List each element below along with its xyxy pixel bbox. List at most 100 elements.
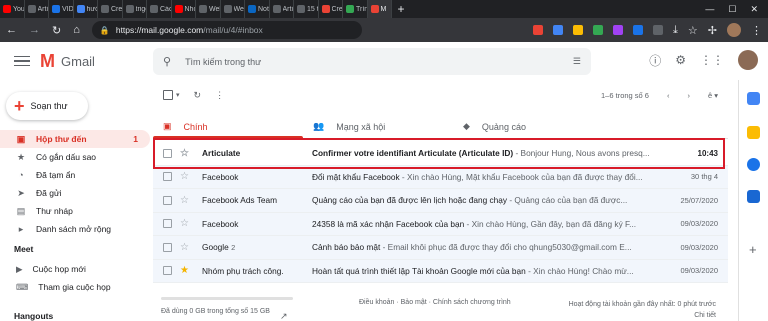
input-tools-icon[interactable]: ê ▾ [708, 91, 718, 100]
email-row[interactable]: ☆ Google 2 Cảnh báo bảo mật - Email khôi p… [153, 236, 728, 260]
prev-page-icon[interactable]: ‹ [667, 91, 670, 100]
browser-tab[interactable]: VIDIO [49, 0, 74, 18]
search-icon[interactable]: ⚲ [163, 55, 171, 68]
email-row[interactable]: ★ Nhóm phụ trách công. Hoàn tất quá trình… [153, 259, 728, 283]
add-addon-icon[interactable]: + [749, 242, 757, 257]
tasks-icon[interactable] [747, 158, 760, 171]
refresh-icon[interactable]: ↻ [194, 90, 202, 101]
forward-icon[interactable]: → [29, 24, 40, 36]
main-menu-icon[interactable] [14, 55, 30, 67]
sidebar-item[interactable]: ▣ Hộp thư đến 1 [0, 130, 150, 148]
email-sender: Facebook [202, 219, 312, 229]
extension-icon[interactable] [653, 25, 664, 35]
next-page-icon[interactable]: › [687, 91, 690, 100]
browser-tab-strip: You! Article VIDIO hướ Crea trigo Cách Nhờ Web We… [0, 0, 768, 18]
star-icon[interactable]: ☆ [180, 195, 192, 206]
category-tab[interactable]: ◆ Quảng cáo [453, 115, 603, 138]
address-bar[interactable]: 🔒 https://mail.google.com/mail/u/4/#inbo… [91, 21, 362, 39]
gmail-logo[interactable]: M Gmail [40, 51, 95, 72]
extension-icon[interactable] [553, 25, 564, 35]
row-checkbox[interactable] [163, 219, 172, 229]
browser-tab[interactable]: 15 t [294, 0, 319, 18]
account-avatar[interactable] [738, 50, 758, 70]
search-bar[interactable]: ⚲ Tìm kiếm trong thư ☰ [153, 48, 591, 75]
browser-tab[interactable]: Crea [98, 0, 123, 18]
browser-tab[interactable]: Web [221, 0, 245, 18]
browser-tab[interactable]: Cách [147, 0, 172, 18]
extension-icon[interactable] [593, 25, 604, 35]
back-icon[interactable]: ← [6, 24, 17, 36]
email-subject: Cảnh báo bảo mật [312, 242, 381, 253]
search-input[interactable]: Tìm kiếm trong thư [185, 57, 559, 67]
browser-tab[interactable]: Web [196, 0, 221, 18]
download-icon[interactable]: ⤓ [673, 24, 678, 37]
category-tab[interactable]: ▣ Chính [153, 115, 303, 139]
star-icon[interactable]: ★ [180, 265, 192, 276]
contacts-icon[interactable] [747, 190, 760, 203]
star-icon[interactable]: ☆ [180, 242, 192, 253]
row-checkbox[interactable] [163, 195, 172, 205]
row-checkbox[interactable] [163, 266, 172, 276]
browser-tab[interactable]: Trình [343, 0, 368, 18]
browser-tab[interactable]: Noti [245, 0, 270, 18]
settings-icon[interactable]: ⚙ [675, 53, 686, 67]
list-actions: ▾ ↻ ⋮ 1–6 trong số 6 ‹ › ê ▾ [153, 80, 728, 110]
compose-button[interactable]: + Soạn thư [6, 92, 88, 120]
sidebar-item[interactable]: ▤ Thư nháp [0, 202, 150, 220]
more-actions-icon[interactable]: ⋮ [215, 90, 224, 101]
email-subject: Đổi mật khẩu Facebook [312, 171, 400, 182]
browser-tab[interactable]: M [367, 0, 392, 18]
sidebar-item[interactable]: ◔ Đã tạm ẩn [0, 166, 150, 184]
sidebar-item[interactable]: ▸ Danh sách mở rộng [0, 220, 150, 238]
send-icon: ➤ [17, 187, 25, 198]
browser-tab[interactable]: Crea [319, 0, 343, 18]
side-panel: + [738, 80, 768, 321]
browser-tab[interactable]: You! [0, 0, 25, 18]
star-icon[interactable]: ☆ [180, 218, 192, 229]
minimize-icon[interactable]: — [705, 4, 714, 15]
row-checkbox[interactable] [163, 172, 172, 182]
email-row[interactable]: ☆ Facebook 24358 là mã xác nhận Facebook … [153, 212, 728, 236]
reload-icon[interactable]: ↻ [52, 24, 61, 37]
calendar-icon[interactable] [747, 92, 760, 105]
keep-icon[interactable] [747, 126, 760, 139]
star-icon[interactable]: ☆ [180, 148, 192, 159]
browser-tab-label: M [380, 5, 387, 13]
home-icon[interactable]: ⌂ [73, 24, 80, 36]
extension-icon[interactable] [613, 25, 624, 35]
star-icon[interactable]: ☆ [180, 171, 192, 182]
puzzle-icon[interactable]: ✢ [708, 24, 717, 37]
browser-tab[interactable]: Article [25, 0, 49, 18]
apps-grid-icon[interactable]: ⋮⋮ [700, 53, 724, 67]
browser-tab[interactable]: Nhờ [172, 0, 196, 18]
email-row[interactable]: ☆ Facebook Đổi mật khẩu Facebook - Xin ch… [153, 165, 728, 189]
email-row[interactable]: ☆ Facebook Ads Team Quảng cáo của bạn đã … [153, 189, 728, 213]
search-options-icon[interactable]: ☰ [573, 56, 581, 67]
external-link-icon[interactable]: ↗ [280, 311, 288, 321]
extension-icon[interactable] [573, 25, 584, 35]
more-menu-icon[interactable]: ⋮ [751, 24, 762, 37]
extension-icon[interactable] [533, 25, 544, 35]
row-checkbox[interactable] [163, 148, 172, 158]
maximize-icon[interactable]: ☐ [728, 4, 736, 15]
row-checkbox[interactable] [163, 242, 172, 252]
new-tab-button[interactable]: + [392, 2, 410, 16]
bookmark-star-icon[interactable]: ☆ [688, 24, 698, 37]
header-actions: ⓘ ⚙ ⋮⋮ [649, 50, 758, 70]
category-tab[interactable]: 👥 Mạng xã hội [303, 115, 453, 138]
details-link[interactable]: Chi tiết [569, 310, 716, 321]
sidebar-item[interactable]: ➤ Đã gửi [0, 184, 150, 202]
extension-icon[interactable] [633, 25, 644, 35]
close-icon[interactable]: ✕ [750, 4, 758, 15]
select-all-checkbox[interactable]: ▾ [163, 90, 180, 100]
join-meeting-item[interactable]: ⌨ Tham gia cuộc họp [16, 279, 111, 295]
browser-tab[interactable]: Arti [270, 0, 294, 18]
profile-avatar[interactable] [727, 23, 741, 37]
email-row[interactable]: ☆ Articulate Confirmer votre identifiant … [153, 142, 728, 166]
sidebar-item[interactable]: ★ Có gắn dấu sao [0, 148, 150, 166]
browser-tab[interactable]: trigo [123, 0, 147, 18]
help-icon[interactable]: ⓘ [649, 52, 661, 69]
new-meeting-item[interactable]: ▶ Cuộc họp mới [16, 261, 86, 277]
terms-links[interactable]: Điều khoản · Bảo mật · Chính sách chương… [359, 299, 511, 306]
browser-tab[interactable]: hướ [74, 0, 98, 18]
